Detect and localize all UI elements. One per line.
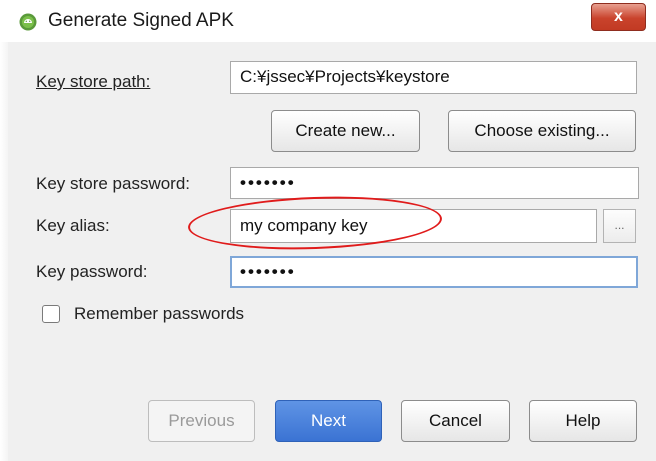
create-new-button[interactable]: Create new...: [271, 110, 420, 152]
remember-passwords-checkbox[interactable]: [42, 305, 60, 323]
choose-existing-button[interactable]: Choose existing...: [448, 110, 636, 152]
key-store-password-input[interactable]: •••••••: [230, 167, 639, 199]
window-title: Generate Signed APK: [48, 10, 234, 31]
remember-passwords-label[interactable]: Remember passwords: [74, 304, 244, 324]
key-password-input[interactable]: •••••••: [230, 256, 638, 288]
key-store-password-label: Key store password:: [36, 174, 191, 193]
previous-button[interactable]: Previous: [148, 400, 255, 442]
dialog-body: [8, 42, 656, 461]
key-store-path-label: Key store path:: [36, 72, 150, 92]
close-icon: x: [614, 8, 623, 25]
next-button[interactable]: Next: [275, 400, 382, 442]
key-alias-label: Key alias:: [36, 216, 110, 235]
help-button[interactable]: Help: [529, 400, 637, 442]
android-icon: [19, 13, 37, 31]
key-alias-browse-button[interactable]: ...: [603, 209, 636, 243]
key-password-label: Key password:: [36, 262, 148, 281]
title-bar: Generate Signed APK x: [0, 0, 656, 42]
key-store-path-input[interactable]: C:¥jssec¥Projects¥keystore: [230, 61, 637, 94]
key-store-path-label-text: Key store path:: [36, 72, 151, 91]
window-left-edge: [0, 42, 8, 461]
close-button[interactable]: x: [591, 3, 646, 31]
cancel-button[interactable]: Cancel: [401, 400, 510, 442]
